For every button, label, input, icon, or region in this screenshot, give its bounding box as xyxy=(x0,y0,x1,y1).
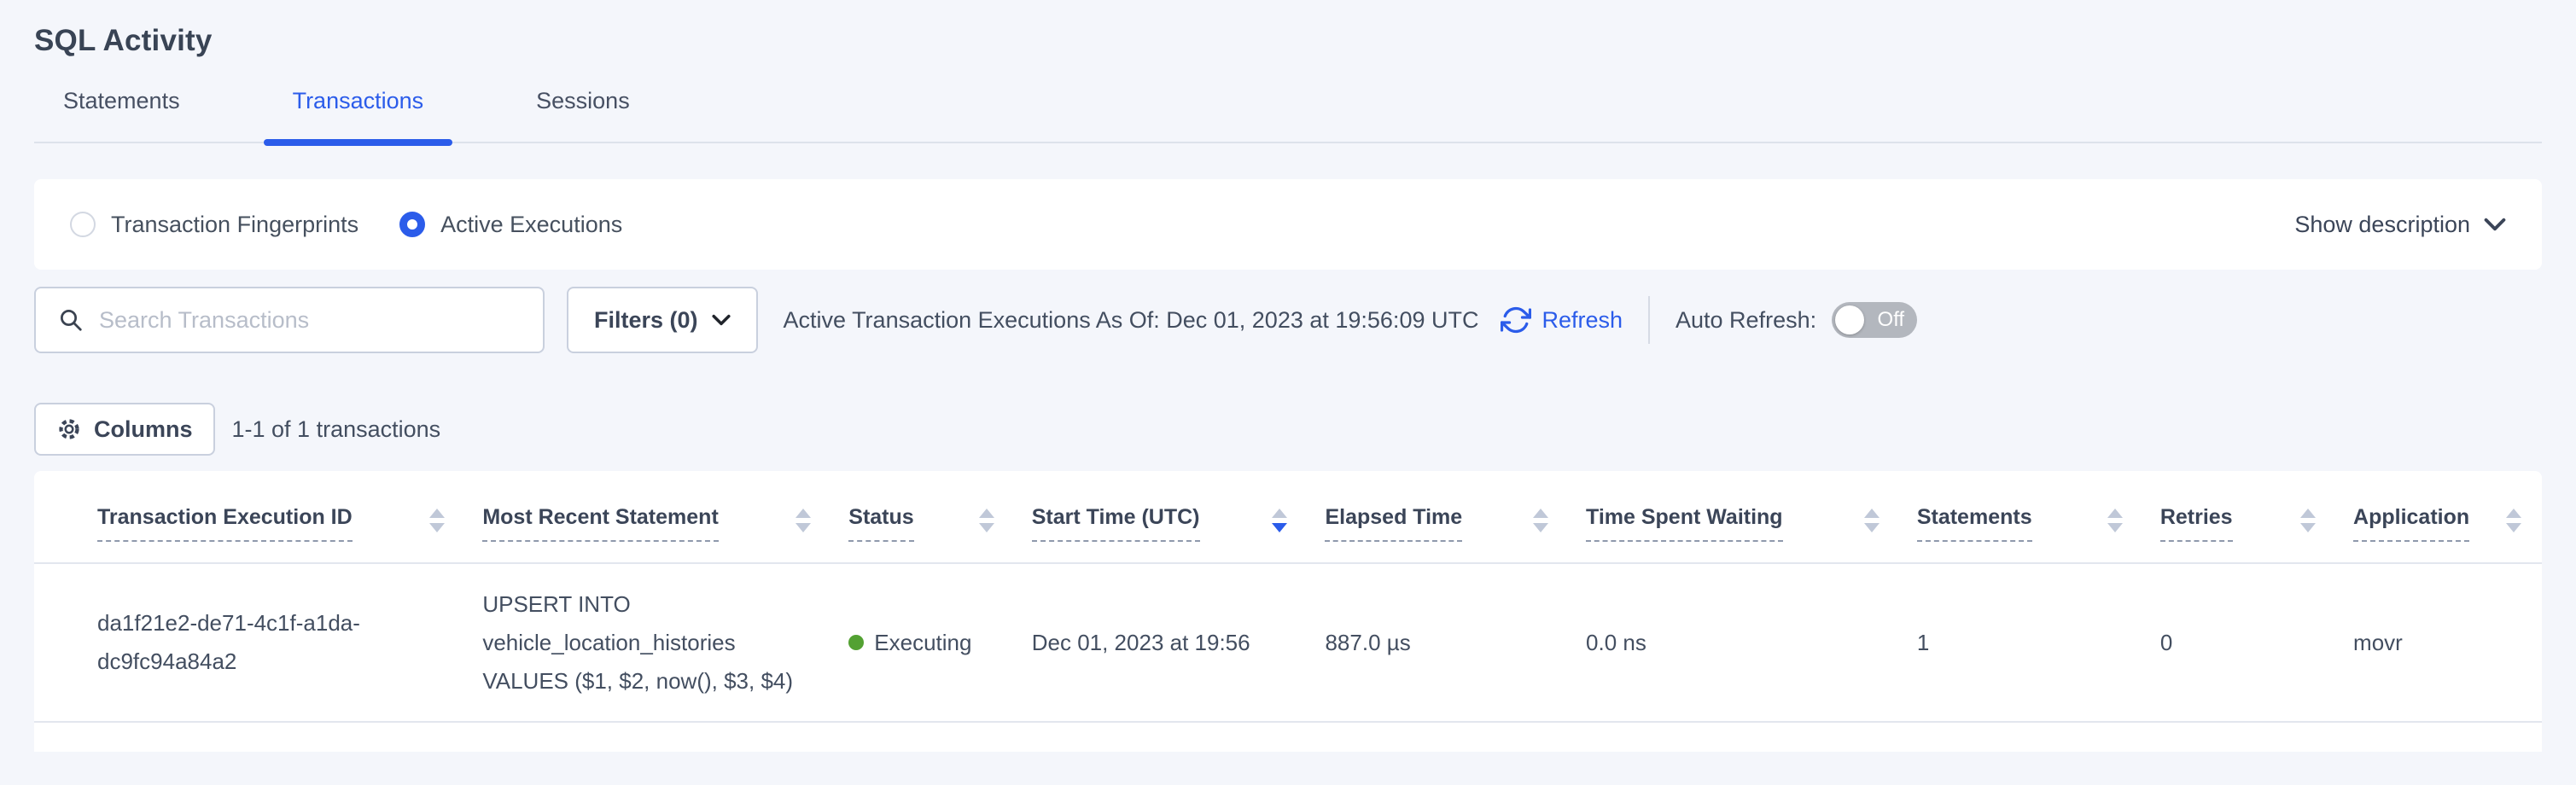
table-header-row: Transaction Execution ID Most Recent Sta… xyxy=(34,471,2542,563)
column-header-most-recent-statement[interactable]: Most Recent Statement xyxy=(465,471,831,563)
cell-transaction-execution-id[interactable]: da1f21e2-de71-4c1f-a1da- dc9fc94a84a2 xyxy=(34,563,465,722)
sort-carets-icon xyxy=(1272,505,1287,532)
search-icon xyxy=(58,307,84,333)
cell-start-time: Dec 01, 2023 at 19:56 xyxy=(1015,563,1308,722)
toggle-state-label: Off xyxy=(1878,308,1905,332)
sort-carets-icon xyxy=(979,505,994,532)
column-header-elapsed-time[interactable]: Elapsed Time xyxy=(1308,471,1569,563)
status-label: Executing xyxy=(874,624,971,662)
column-header-transaction-execution-id[interactable]: Transaction Execution ID xyxy=(34,471,465,563)
show-description-label: Show description xyxy=(2294,212,2470,238)
cell-statements: 1 xyxy=(1900,563,2143,722)
column-header-retries[interactable]: Retries xyxy=(2143,471,2336,563)
refresh-icon xyxy=(1501,305,1531,335)
tabs-bar: Statements Transactions Sessions xyxy=(34,60,2542,143)
table-row[interactable]: da1f21e2-de71-4c1f-a1da- dc9fc94a84a2 UP… xyxy=(34,563,2542,722)
toolbar-divider xyxy=(1648,296,1650,344)
status-dot-icon xyxy=(848,635,864,650)
radio-unchecked-icon xyxy=(70,212,96,237)
filters-button[interactable]: Filters (0) xyxy=(567,287,758,353)
gear-icon xyxy=(56,416,82,442)
search-input[interactable] xyxy=(97,306,526,334)
sort-carets-icon xyxy=(796,505,811,532)
radio-transaction-fingerprints[interactable]: Transaction Fingerprints xyxy=(70,212,358,238)
as-of-text: Active Transaction Executions As Of: Dec… xyxy=(784,307,1479,334)
column-header-start-time[interactable]: Start Time (UTC) xyxy=(1015,471,1308,563)
results-bar: Columns 1-1 of 1 transactions xyxy=(34,403,2542,456)
cell-elapsed-time: 887.0 µs xyxy=(1308,563,1569,722)
auto-refresh-toggle[interactable]: Off xyxy=(1832,302,1917,338)
refresh-button[interactable]: Refresh xyxy=(1501,305,1623,335)
cell-status: Executing xyxy=(831,563,1014,722)
table-footer-padding xyxy=(34,723,2542,752)
column-header-statements[interactable]: Statements xyxy=(1900,471,2143,563)
column-header-application[interactable]: Application xyxy=(2336,471,2542,563)
cell-most-recent-statement: UPSERT INTO vehicle_location_histories V… xyxy=(465,563,831,722)
chevron-down-icon xyxy=(2484,218,2506,231)
view-mode-radio-group: Transaction Fingerprints Active Executio… xyxy=(70,212,663,238)
auto-refresh-label: Auto Refresh: xyxy=(1676,307,1816,334)
show-description-toggle[interactable]: Show description xyxy=(2294,212,2506,238)
tab-transactions[interactable]: Transactions xyxy=(264,60,453,142)
radio-active-executions[interactable]: Active Executions xyxy=(399,212,622,238)
sort-carets-icon xyxy=(1533,505,1548,532)
sort-carets-icon xyxy=(2300,505,2316,532)
radio-active-executions-label: Active Executions xyxy=(440,212,622,238)
sort-carets-icon xyxy=(2107,505,2123,532)
transactions-table: Transaction Execution ID Most Recent Sta… xyxy=(34,471,2542,723)
toolbar: Filters (0) Active Transaction Execution… xyxy=(34,287,2542,353)
cell-retries: 0 xyxy=(2143,563,2336,722)
tab-sessions[interactable]: Sessions xyxy=(507,60,659,142)
column-header-status[interactable]: Status xyxy=(831,471,1014,563)
transactions-table-card: Transaction Execution ID Most Recent Sta… xyxy=(34,471,2542,752)
columns-button-label: Columns xyxy=(94,416,193,443)
columns-button[interactable]: Columns xyxy=(34,403,215,456)
radio-transaction-fingerprints-label: Transaction Fingerprints xyxy=(111,212,358,238)
sort-carets-icon xyxy=(2506,505,2521,532)
radio-checked-icon xyxy=(399,212,425,237)
chevron-down-icon xyxy=(712,314,731,326)
column-header-time-spent-waiting[interactable]: Time Spent Waiting xyxy=(1569,471,1900,563)
results-count: 1-1 of 1 transactions xyxy=(232,416,441,443)
refresh-label: Refresh xyxy=(1542,307,1623,334)
search-box[interactable] xyxy=(34,287,545,353)
toggle-knob xyxy=(1835,305,1864,334)
sort-carets-icon xyxy=(429,505,445,532)
sort-carets-icon xyxy=(1864,505,1880,532)
page-header: SQL Activity xyxy=(0,0,2576,58)
filters-button-label: Filters (0) xyxy=(594,307,698,334)
page-title: SQL Activity xyxy=(34,24,2542,58)
cell-time-spent-waiting: 0.0 ns xyxy=(1569,563,1900,722)
tab-statements[interactable]: Statements xyxy=(34,60,209,142)
view-options-card: Transaction Fingerprints Active Executio… xyxy=(34,179,2542,270)
cell-application: movr xyxy=(2336,563,2542,722)
